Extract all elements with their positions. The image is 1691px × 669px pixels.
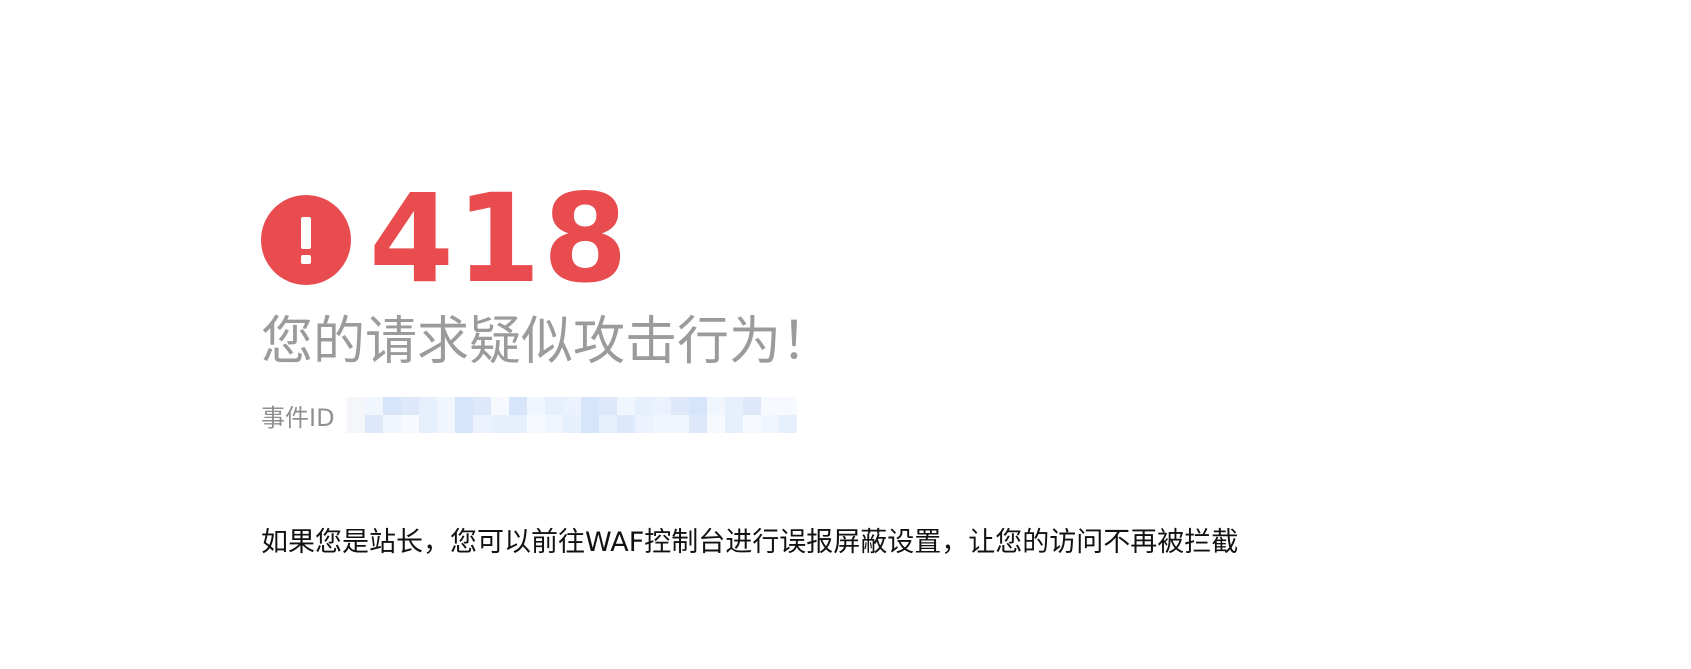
- redacted-pixel: [508, 415, 527, 433]
- redacted-pixel: [778, 397, 797, 415]
- redacted-pixel: [490, 397, 509, 415]
- redacted-pixel: [760, 397, 779, 415]
- redacted-pixel: [382, 397, 401, 415]
- redacted-pixel: [472, 415, 491, 433]
- redacted-pixel: [544, 397, 563, 415]
- redacted-pixel: [382, 415, 401, 433]
- redacted-pixel: [724, 397, 743, 415]
- redacted-pixel: [598, 397, 617, 415]
- redacted-pixel: [616, 415, 635, 433]
- webmaster-hint-message: 如果您是站长，您可以前往WAF控制台进行误报屏蔽设置，让您的访问不再被拦截: [261, 527, 1239, 558]
- redacted-pixel: [634, 415, 653, 433]
- redacted-pixel: [418, 415, 437, 433]
- redacted-pixel: [400, 397, 419, 415]
- redacted-pixel: [580, 415, 599, 433]
- redacted-pixel: [652, 397, 671, 415]
- error-title: 您的请求疑似攻击行为！: [261, 312, 834, 372]
- redacted-pixel: [598, 415, 617, 433]
- redacted-pixel: [490, 415, 509, 433]
- redacted-pixel: [634, 397, 653, 415]
- redacted-pixel: [706, 415, 725, 433]
- redacted-pixel: [688, 415, 707, 433]
- redacted-pixel: [580, 397, 599, 415]
- redacted-pixel: [346, 397, 365, 415]
- redacted-pixel: [544, 415, 563, 433]
- redacted-pixel: [616, 397, 635, 415]
- redacted-pixel: [562, 397, 581, 415]
- redacted-pixel: [436, 415, 455, 433]
- redacted-pixel: [670, 415, 689, 433]
- redacted-pixel: [724, 415, 743, 433]
- redacted-pixel: [562, 415, 581, 433]
- error-code: 418: [369, 168, 630, 310]
- event-id-row: 事件ID: [261, 395, 1238, 435]
- redacted-pixel: [454, 397, 473, 415]
- redacted-pixel: [436, 397, 455, 415]
- redacted-pixel: [688, 397, 707, 415]
- redacted-pixel: [652, 415, 671, 433]
- redacted-pixel: [472, 397, 491, 415]
- event-id-value-redacted: [346, 397, 797, 433]
- redacted-pixel: [742, 397, 761, 415]
- waf-block-page: 418 您的请求疑似攻击行为！ 事件ID 如果您是站长，您可以前往WAF控制台进…: [0, 0, 1691, 669]
- exclamation-circle-icon: [261, 195, 351, 285]
- redacted-pixel: [508, 397, 527, 415]
- redacted-pixel: [760, 415, 779, 433]
- redacted-pixel: [670, 397, 689, 415]
- redacted-pixel: [454, 415, 473, 433]
- redacted-pixel: [418, 397, 437, 415]
- redacted-pixel: [706, 397, 725, 415]
- redacted-pixel: [526, 397, 545, 415]
- redacted-pixel: [526, 415, 545, 433]
- error-content: 418 您的请求疑似攻击行为！ 事件ID 如果您是站长，您可以前往WAF控制台进…: [261, 178, 1238, 563]
- redacted-pixel: [346, 415, 365, 433]
- redacted-pixel: [400, 415, 419, 433]
- redacted-pixel: [364, 415, 383, 433]
- redacted-pixel: [364, 397, 383, 415]
- redacted-pixel: [742, 415, 761, 433]
- error-code-row: 418: [261, 178, 1238, 300]
- event-id-label: 事件ID: [261, 403, 335, 432]
- redacted-pixel: [778, 415, 797, 433]
